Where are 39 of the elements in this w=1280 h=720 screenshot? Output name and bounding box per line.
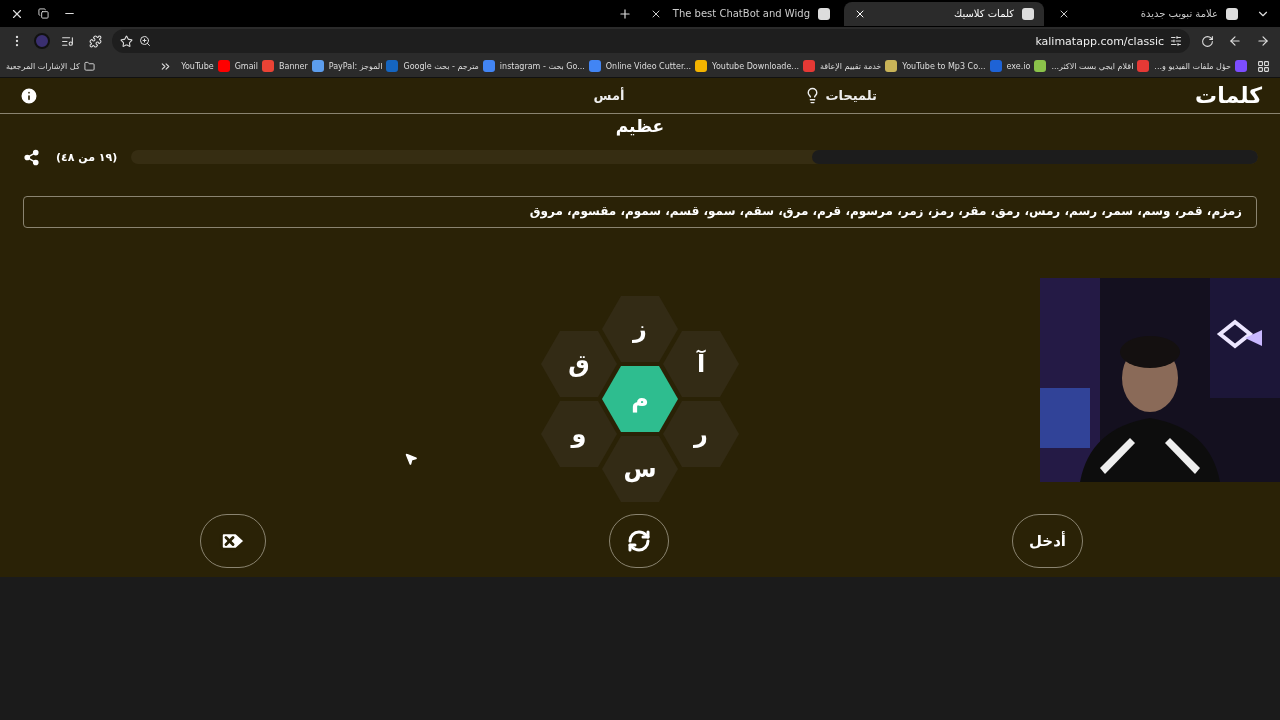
bookmark-star-icon[interactable] <box>120 34 133 48</box>
bookmark[interactable]: PayPal: الموجز <box>328 60 399 72</box>
letter-tile[interactable]: ق <box>541 331 617 397</box>
site-settings-icon[interactable] <box>1170 35 1182 47</box>
all-bookmarks[interactable]: كل الإشارات المرجعية <box>6 60 95 72</box>
bookmark[interactable]: Online Video Cutter... <box>605 60 708 72</box>
bookmark[interactable]: YouTube <box>181 60 230 72</box>
bookmark[interactable]: instagram - بحث Go... <box>499 60 601 72</box>
mouse-cursor-icon <box>404 452 418 466</box>
bookmark[interactable]: اقلام ايجي بست الاكثر... <box>1051 60 1150 72</box>
letter-tile[interactable]: ز <box>602 296 678 362</box>
bookmark[interactable]: مترجم - بحث Google <box>403 60 495 72</box>
bookmark[interactable]: حؤل ملفات الفيديو و... <box>1154 60 1247 72</box>
favicon-icon <box>1022 7 1034 20</box>
zoom-icon[interactable] <box>139 35 151 47</box>
browser-tab[interactable]: كلمات كلاسيك <box>844 1 1044 26</box>
browser-tab[interactable]: The best ChatBot and Widg <box>640 1 840 26</box>
found-words: زمزم، قمر، وسم، سمر، رسم، رمس، رمق، مقر، رمز، زمر، مرسوم، قرم، مرق، سقم، سمو، قسم، سموم، مقسوم، مروق <box>23 196 1257 228</box>
bookmark[interactable]: exe.io <box>1006 60 1047 72</box>
yesterday-link[interactable]: أمس <box>593 88 625 103</box>
logo: كلمات <box>1194 83 1262 108</box>
letter-tile[interactable]: آ <box>663 331 739 397</box>
browser-tab[interactable]: علامة تبويب جديدة <box>1048 1 1248 26</box>
rank-title: عظيم <box>615 116 665 136</box>
bookmark[interactable]: خدمة تقييم الإعاقة <box>819 60 898 72</box>
letter-tile[interactable]: و <box>541 401 617 467</box>
score-text: (١٩ من ٤٨) <box>56 150 118 164</box>
folder-icon <box>83 60 95 72</box>
bookmark[interactable]: YouTube to Mp3 Co... <box>902 60 1002 72</box>
favicon-icon <box>1226 7 1238 20</box>
shuffle-icon <box>627 529 651 553</box>
bookmark[interactable]: Youtube Downloade... <box>712 60 815 72</box>
hints-link[interactable]: تلميحات <box>804 87 877 104</box>
bookmark[interactable]: Gmail <box>234 60 274 72</box>
letter-tile[interactable]: س <box>602 436 678 502</box>
bookmark[interactable]: Banner <box>279 60 324 72</box>
letter-tile[interactable]: ر <box>663 401 739 467</box>
address-field[interactable]: kalimatapp.com/classic <box>112 29 1190 53</box>
favicon-icon <box>818 7 830 20</box>
